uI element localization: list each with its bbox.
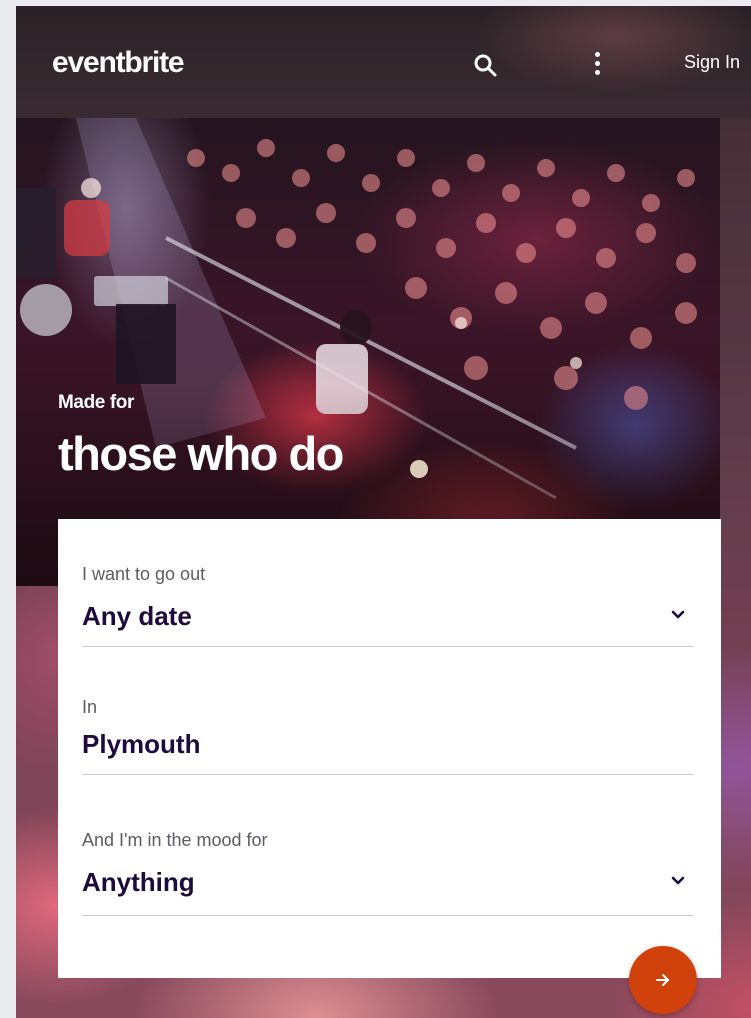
mood-field[interactable]: And I'm in the mood for Anything bbox=[82, 830, 693, 920]
eventbrite-logo[interactable]: eventbrite bbox=[52, 46, 185, 80]
date-field[interactable]: I want to go out Any date bbox=[82, 564, 693, 649]
sign-in-link[interactable]: Sign In bbox=[684, 52, 740, 73]
location-field[interactable]: In Plymouth bbox=[82, 697, 693, 777]
mood-field-underline bbox=[82, 915, 693, 916]
hero-title: those who do bbox=[58, 427, 344, 480]
location-field-underline bbox=[82, 774, 693, 775]
hero-kicker-text: Made for bbox=[58, 392, 134, 413]
search-submit-button[interactable] bbox=[629, 946, 697, 1014]
search-button[interactable] bbox=[472, 52, 500, 80]
date-field-value[interactable]: Any date bbox=[82, 601, 192, 632]
chevron-down-icon[interactable] bbox=[671, 874, 685, 888]
date-field-underline bbox=[82, 646, 693, 647]
mood-field-label: And I'm in the mood for bbox=[82, 830, 268, 850]
location-field-value[interactable]: Plymouth bbox=[82, 729, 200, 760]
more-options-button[interactable] bbox=[586, 50, 610, 80]
top-navigation-bar: eventbrite Sign In bbox=[16, 6, 751, 118]
hero-banner: Made for those who do bbox=[16, 118, 720, 586]
arrow-right-icon bbox=[656, 974, 669, 986]
event-search-form: I want to go out Any date In Plymouth An… bbox=[58, 519, 721, 978]
hero-title-dot bbox=[410, 460, 428, 478]
location-field-label: In bbox=[82, 697, 98, 717]
date-field-label: I want to go out bbox=[82, 564, 206, 584]
app-window: eventbrite Sign In Made for those who do… bbox=[16, 6, 751, 1018]
search-icon bbox=[474, 54, 497, 77]
chevron-down-icon[interactable] bbox=[671, 608, 685, 622]
mood-field-value[interactable]: Anything bbox=[82, 867, 195, 898]
